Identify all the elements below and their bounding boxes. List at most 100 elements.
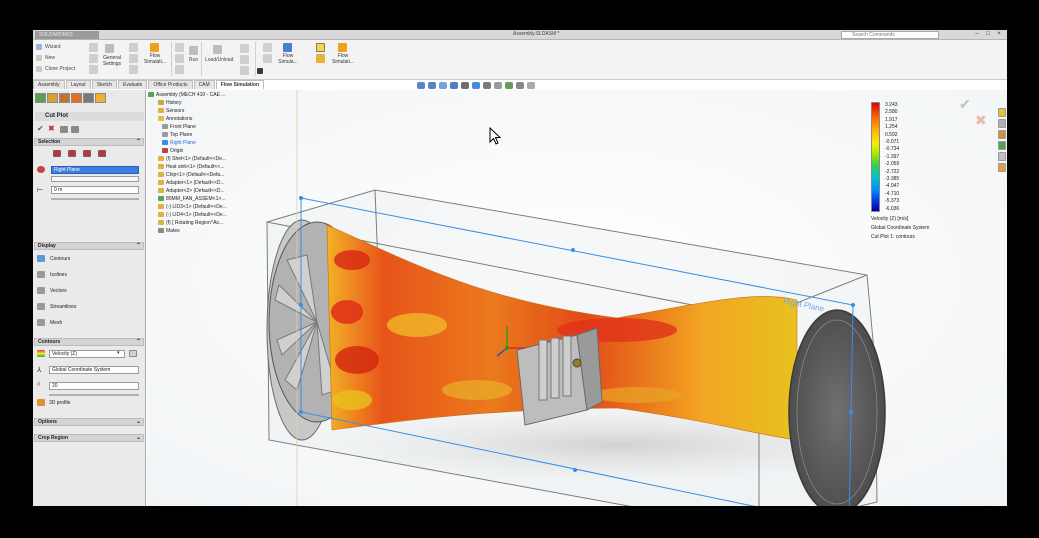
app-logo[interactable]: SOLIDWORKS bbox=[35, 31, 99, 39]
search-commands-input[interactable]: Search Commands bbox=[841, 31, 939, 39]
flow-simulation-button-1[interactable]: Flow Simulati... bbox=[143, 53, 167, 65]
flow-analysis-tab-icon[interactable] bbox=[95, 93, 106, 103]
tool-icon-5[interactable] bbox=[129, 54, 138, 63]
tree-item-heat-sink[interactable]: Heat sink<1> (Default<<... bbox=[158, 164, 224, 171]
display-icon[interactable] bbox=[257, 68, 263, 74]
view-palette-tab-icon[interactable] bbox=[998, 141, 1006, 150]
tab-office-products[interactable]: Office Products bbox=[148, 80, 193, 89]
3d-profile-option[interactable]: 3D profile bbox=[49, 400, 70, 406]
display-section-header[interactable]: Display ⌃ bbox=[34, 242, 144, 250]
tab-cam[interactable]: CAM bbox=[193, 80, 215, 89]
flow-simulation-button-2[interactable]: Flow Simula... bbox=[275, 53, 301, 65]
confirm-cancel-icon[interactable]: ✖ bbox=[975, 112, 987, 129]
project-tool-icon-3[interactable] bbox=[89, 65, 98, 74]
tab-flow-simulation[interactable]: Flow Simulation bbox=[215, 80, 265, 89]
dynamic-annotation-icon[interactable] bbox=[461, 82, 469, 89]
general-settings-button[interactable]: General Settings bbox=[100, 55, 124, 67]
tree-item-mates[interactable]: Mates bbox=[158, 228, 180, 235]
results-icon-2[interactable] bbox=[316, 54, 325, 63]
tool-icon-4[interactable] bbox=[129, 43, 138, 52]
apply-scene-icon[interactable] bbox=[516, 82, 524, 89]
tool-icon-8[interactable] bbox=[175, 54, 184, 63]
tool-icon-10[interactable] bbox=[240, 44, 249, 53]
pushpin-icon[interactable] bbox=[60, 126, 68, 133]
tool-icon-14[interactable] bbox=[263, 54, 272, 63]
tab-layout[interactable]: Layout bbox=[65, 80, 91, 89]
selection-list-box[interactable] bbox=[51, 176, 139, 182]
parameter-select[interactable]: Velocity (Z) bbox=[49, 350, 125, 358]
velocity-legend[interactable]: 3.243 2.580 1.917 1.254 0.592 -0.071 -0.… bbox=[871, 102, 971, 252]
custom-properties-tab-icon[interactable] bbox=[998, 163, 1006, 172]
cancel-x-icon[interactable]: ✖ bbox=[48, 124, 55, 133]
project-tool-icon[interactable] bbox=[89, 43, 98, 52]
tree-item-fan-assembly[interactable]: 80MM_FAN_ASSEM<1>... bbox=[158, 196, 225, 203]
tool-icon-9[interactable] bbox=[175, 65, 184, 74]
display-vectors-option[interactable]: Vectors bbox=[50, 288, 67, 294]
design-library-tab-icon[interactable] bbox=[998, 119, 1006, 128]
display-streamlines-option[interactable]: Streamlines bbox=[50, 304, 76, 310]
tree-item-lid3[interactable]: (-) LID3<1> (Default<<De... bbox=[158, 204, 227, 211]
section-view-icon[interactable] bbox=[450, 82, 458, 89]
hide-show-items-icon[interactable] bbox=[494, 82, 502, 89]
tool-icon-7[interactable] bbox=[175, 43, 184, 52]
plane-option-icon[interactable] bbox=[53, 150, 61, 157]
configuration-manager-tab-icon[interactable] bbox=[59, 93, 70, 103]
selection-section-header[interactable]: Selection ⌃ bbox=[34, 138, 144, 146]
offset-slider[interactable] bbox=[51, 198, 139, 200]
zoom-to-area-icon[interactable] bbox=[428, 82, 436, 89]
feature-manager-tab-icon[interactable] bbox=[35, 93, 46, 103]
file-explorer-tab-icon[interactable] bbox=[998, 130, 1006, 139]
options-section-header[interactable]: Options ⌄ bbox=[34, 418, 144, 426]
view-orientation-icon[interactable] bbox=[472, 82, 480, 89]
tree-item-history[interactable]: History bbox=[158, 100, 182, 107]
tree-item-front-plane[interactable]: Front Plane bbox=[162, 124, 196, 131]
display-mesh-option[interactable]: Mesh bbox=[50, 320, 62, 326]
tree-item-right-plane[interactable]: Right Plane bbox=[162, 140, 196, 147]
view-settings-icon[interactable] bbox=[527, 82, 535, 89]
tree-item-origin[interactable]: Origin bbox=[162, 148, 183, 155]
tree-root[interactable]: Assembly (MECH 410 - CAE ... bbox=[148, 92, 225, 99]
minimize-button[interactable]: – bbox=[973, 31, 981, 38]
levels-slider[interactable] bbox=[49, 394, 139, 396]
previous-view-icon[interactable] bbox=[439, 82, 447, 89]
levels-input[interactable]: 20 bbox=[49, 382, 139, 390]
property-manager-tab-icon[interactable] bbox=[47, 93, 58, 103]
tree-item-rotating-region[interactable]: (f) [ Rotating Region^As... bbox=[158, 220, 223, 227]
display-manager-tab-icon[interactable] bbox=[83, 93, 94, 103]
tab-sketch[interactable]: Sketch bbox=[91, 80, 117, 89]
load-unload-button[interactable]: Load/Unload bbox=[205, 57, 233, 63]
chevron-down-icon[interactable]: ▾ bbox=[117, 350, 120, 356]
edit-appearance-icon[interactable] bbox=[505, 82, 513, 89]
ok-check-icon[interactable]: ✔ bbox=[37, 124, 44, 133]
preview-icon[interactable] bbox=[71, 126, 79, 133]
selected-plane-field[interactable]: Right Plane bbox=[51, 166, 139, 174]
maximize-button[interactable]: □ bbox=[984, 31, 992, 38]
tab-assembly[interactable]: Assembly bbox=[33, 80, 65, 89]
tree-item-adapter-2[interactable]: Adapter<2> (Default<<D... bbox=[158, 188, 225, 195]
tab-evaluate[interactable]: Evaluate bbox=[118, 80, 148, 89]
display-contours-option[interactable]: Contours bbox=[50, 256, 70, 262]
clone-project-button[interactable]: Clone Project bbox=[45, 66, 75, 72]
tree-item-shell[interactable]: (f) Shel<1> (Default<<De... bbox=[158, 156, 226, 163]
project-tool-icon-2[interactable] bbox=[89, 54, 98, 63]
run-button[interactable]: Run bbox=[189, 57, 198, 63]
tool-icon-11[interactable] bbox=[240, 55, 249, 64]
tree-item-annotations[interactable]: Annotations bbox=[158, 116, 192, 123]
display-isolines-option[interactable]: Isolines bbox=[50, 272, 67, 278]
confirm-check-icon[interactable]: ✔ bbox=[959, 96, 971, 113]
plane-option-icon-3[interactable] bbox=[83, 150, 91, 157]
wizard-button[interactable]: Wizard bbox=[45, 44, 61, 50]
tree-item-adapter-1[interactable]: Adapter<1> (Default<<D... bbox=[158, 180, 225, 187]
tree-item-lid4[interactable]: (-) LID4<1> (Default<<De... bbox=[158, 212, 227, 219]
tree-item-chip[interactable]: Chip<1> (Default<<Defa... bbox=[158, 172, 224, 179]
adjust-range-icon[interactable] bbox=[129, 350, 137, 357]
display-style-icon[interactable] bbox=[483, 82, 491, 89]
dim-xpert-tab-icon[interactable] bbox=[71, 93, 82, 103]
tool-icon-12[interactable] bbox=[240, 66, 249, 75]
zoom-to-fit-icon[interactable] bbox=[417, 82, 425, 89]
new-button[interactable]: New bbox=[45, 55, 55, 61]
crop-region-section-header[interactable]: Crop Region ⌄ bbox=[34, 434, 144, 442]
appearances-tab-icon[interactable] bbox=[998, 152, 1006, 161]
results-icon[interactable] bbox=[316, 43, 325, 52]
flow-simulation-button-3[interactable]: Flow Simulati... bbox=[330, 53, 356, 65]
